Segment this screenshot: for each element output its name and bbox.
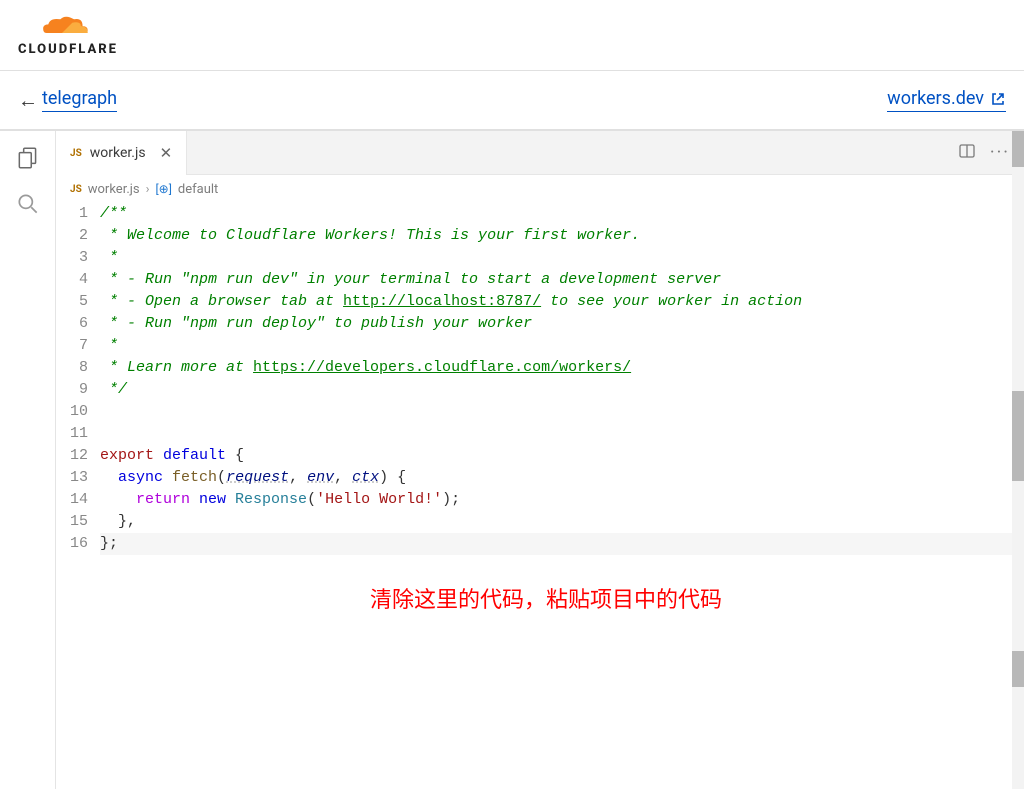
tab-filename: worker.js [90,145,146,161]
symbol-icon: [⊕] [155,182,171,196]
workers-dev-link[interactable]: workers.dev [887,88,1006,112]
more-icon[interactable]: ··· [990,142,1010,163]
breadcrumb-symbol: default [178,182,218,197]
tab-bar: JS worker.js ✕ ··· [56,131,1024,175]
logo-text: CLOUDFLARE [18,42,118,57]
back-link[interactable]: telegraph [42,88,117,112]
chevron-right-icon: › [146,182,150,197]
logo-bar: CLOUDFLARE [0,0,1024,70]
activity-bar [0,131,56,789]
split-editor-icon[interactable] [958,142,976,164]
line-gutter: 1 2 3 4 5 6 7 8 9 10 11 12 13 14 15 16 [56,203,100,789]
external-link-icon [990,91,1006,107]
arrow-left-icon: ← [18,88,38,113]
scrollbar-vertical[interactable] [1012,131,1024,789]
search-icon[interactable] [15,191,41,217]
js-badge: JS [70,148,82,159]
breadcrumb-file: worker.js [88,182,140,197]
cloud-icon [38,14,98,40]
code-area[interactable]: 1 2 3 4 5 6 7 8 9 10 11 12 13 14 15 16 /… [56,203,1024,789]
tab-worker-js[interactable]: JS worker.js ✕ [56,131,187,175]
nav-bar: ← telegraph workers.dev [0,70,1024,130]
editor-main: JS worker.js ✕ ··· JS worker.js › [⊕] de… [56,131,1024,789]
workers-dev-label: workers.dev [887,88,984,109]
editor: JS worker.js ✕ ··· JS worker.js › [⊕] de… [0,130,1024,789]
code-content[interactable]: /** * Welcome to Cloudflare Workers! Thi… [100,203,1024,789]
breadcrumb[interactable]: JS worker.js › [⊕] default [56,175,1024,203]
js-badge: JS [70,184,82,195]
instruction-annotation: 清除这里的代码，粘贴项目中的代码 [370,589,722,611]
close-icon[interactable]: ✕ [160,144,173,162]
nav-back[interactable]: ← telegraph [18,88,117,113]
files-icon[interactable] [15,145,41,171]
cloudflare-logo: CLOUDFLARE [18,14,118,57]
